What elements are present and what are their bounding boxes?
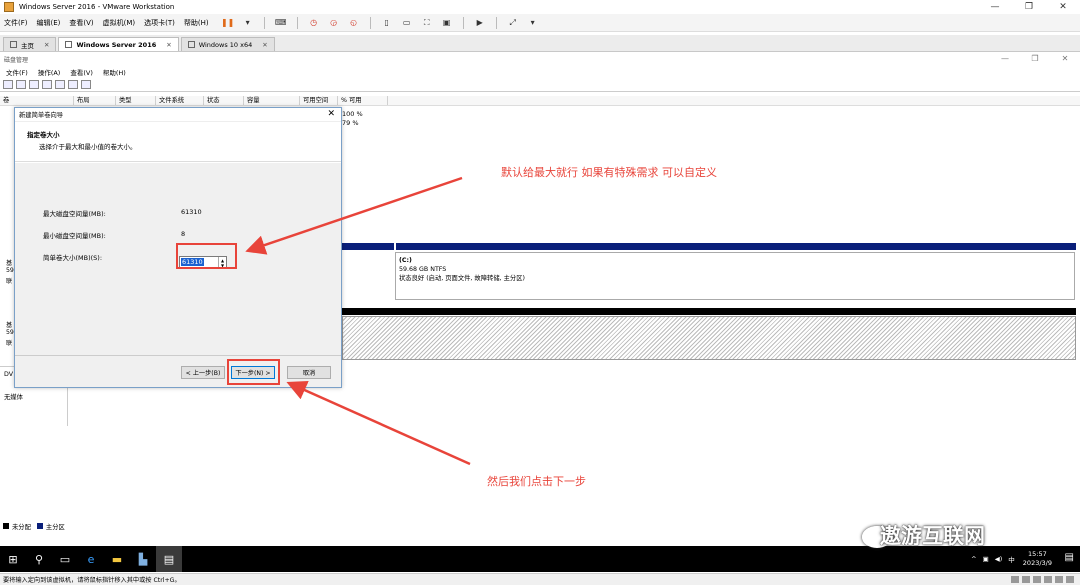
cd-icon[interactable] xyxy=(1022,576,1030,583)
server-manager-icon[interactable]: ▙ xyxy=(130,546,156,572)
chevron-up-icon[interactable]: ^ xyxy=(971,555,976,563)
search-icon[interactable]: ⚲ xyxy=(26,546,52,572)
vmware-status-bar: 要将输入定向到该虚拟机，请将鼠标指针移入其中或按 Ctrl+G。 xyxy=(0,573,1080,585)
hdd-icon[interactable] xyxy=(1011,576,1019,583)
network-icon[interactable]: ▣ xyxy=(983,555,989,563)
status-text: 要将输入定向到该虚拟机，请将鼠标指针移入其中或按 Ctrl+G。 xyxy=(3,577,181,584)
annotation-top: 默认给最大就行 如果有特殊需求 可以自定义 xyxy=(501,166,717,179)
clock-date: 2023/3/9 xyxy=(1022,559,1052,567)
clock[interactable]: 15:57 2023/3/9 xyxy=(1023,550,1052,568)
edge-icon[interactable]: e xyxy=(78,546,104,572)
sound-icon[interactable] xyxy=(1055,576,1063,583)
disk-mgmt-taskbar-icon[interactable]: ▤ xyxy=(156,546,182,572)
windows-start-icon[interactable]: ⊞ xyxy=(0,546,26,572)
volume-icon[interactable]: ◀) xyxy=(995,555,1003,563)
ime-indicator[interactable]: 中 xyxy=(1008,554,1015,564)
display-icon[interactable] xyxy=(1066,576,1074,583)
arrow-to-next xyxy=(286,380,471,466)
annotation-bottom: 然后我们点击下一步 xyxy=(487,475,586,488)
network-adapter-icon[interactable] xyxy=(1033,576,1041,583)
notification-icon[interactable]: ▤ xyxy=(1065,552,1074,563)
clock-time: 15:57 xyxy=(1028,550,1047,558)
usb-icon[interactable] xyxy=(1044,576,1052,583)
annotation-arrows xyxy=(245,176,471,466)
arrow-to-size xyxy=(245,176,463,255)
device-icons xyxy=(1008,576,1074,583)
watermark-text: 遨游互联网 xyxy=(880,524,985,548)
task-view-icon[interactable]: ▭ xyxy=(52,546,78,572)
file-explorer-icon[interactable]: ▬ xyxy=(104,546,130,572)
